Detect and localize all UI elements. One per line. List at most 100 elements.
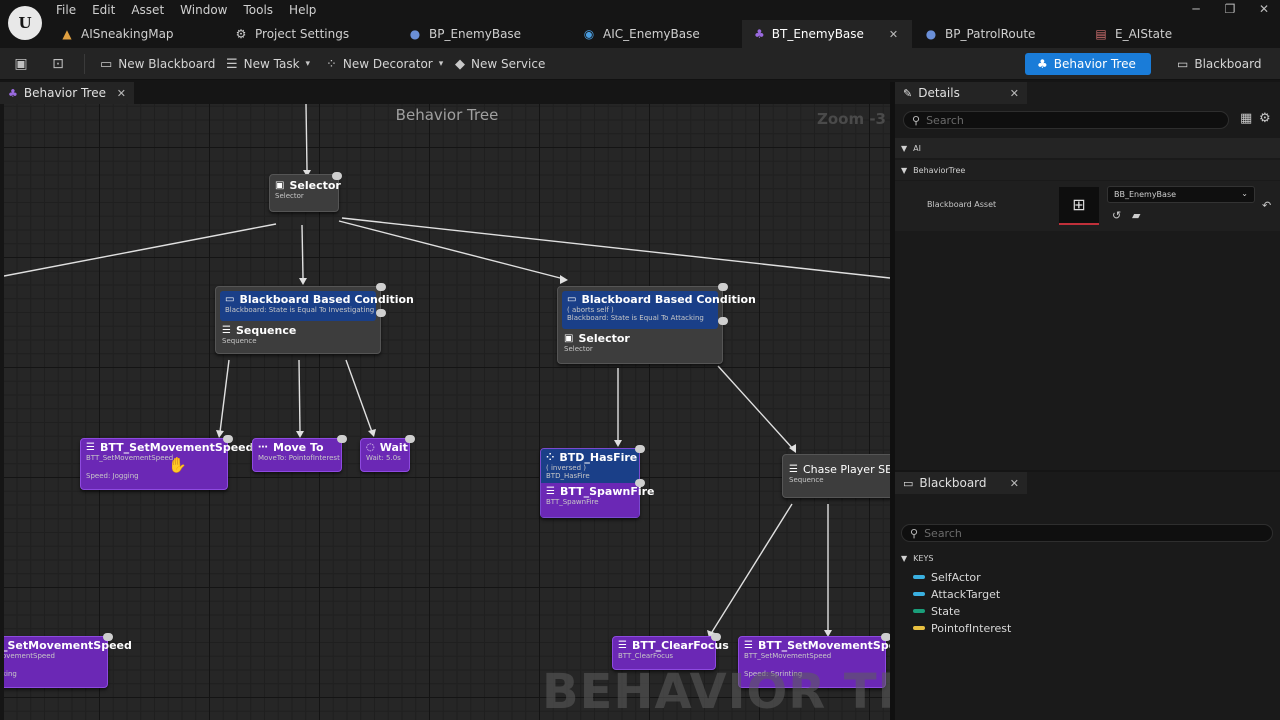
tab-e-aistate[interactable]: ▤ E_AIState [1082,20,1222,48]
reset-to-default-icon[interactable]: ↶ [1262,199,1271,212]
tab-bt-enemybase[interactable]: ♣ BT_EnemyBase ✕ [742,20,912,48]
menu-tools[interactable]: Tools [235,0,281,20]
tab-project-settings[interactable]: ⚙ Project Settings [222,20,396,48]
node-subtitle: Sequence [222,337,257,345]
blackboard-key-state[interactable]: State [913,603,960,619]
close-panel-icon[interactable]: ✕ [117,87,126,100]
blackboard-icon: ▭ [225,294,235,305]
wire-sequence-to-set-speed [219,359,230,433]
blackboard-key-selfactor[interactable]: SelfActor [913,569,981,585]
blackboard-key-pointofinterest[interactable]: PointofInterest [913,620,1011,636]
node-title: ◌ Wait [366,441,408,454]
spawn-fire-task-node[interactable]: ⁘ BTD_HasFire ( inversed ) BTD_HasFire ☰… [540,445,655,518]
tab-aic-enemybase[interactable]: ◉ AIC_EnemyBase [570,20,742,48]
blackboard-icon: ▭ [567,294,577,305]
blackboard-search-input[interactable]: ⚲ Search [901,524,1273,542]
node-pin[interactable] [881,633,890,641]
menu-help[interactable]: Help [281,0,324,20]
node-pin[interactable] [718,283,728,291]
tab-label: BP_PatrolRoute [945,27,1036,41]
sequence-icon: ☰ [222,325,231,336]
node-title: ⁘ BTD_HasFire [546,451,637,464]
node-pin[interactable] [337,435,347,443]
unreal-logo-icon[interactable]: U [8,6,42,40]
menu-window[interactable]: Window [172,0,235,20]
restore-icon[interactable]: ❐ [1222,2,1238,16]
details-search-input[interactable]: ⚲ Search [903,111,1229,129]
new-blackboard-button[interactable]: ▭ New Blackboard [100,54,215,74]
minimize-icon[interactable]: ─ [1188,2,1204,16]
keys-section-header[interactable]: ▼ KEYS [895,548,1280,568]
node-title: ☰ BTT_SetMovementSpeed [744,639,890,652]
panel-tab-label: Behavior Tree [23,86,106,100]
close-panel-icon[interactable]: ✕ [1010,477,1019,490]
node-subtitle: MoveTo: PointofInterest [258,454,340,462]
key-type-swatch [913,575,925,579]
details-tab[interactable]: ✎ Details ✕ [895,82,1027,104]
grid-view-icon[interactable]: ▦ [1240,111,1252,126]
browse-to-asset-icon[interactable]: ↺ [1112,209,1121,222]
tab-bp-patrolroute[interactable]: ● BP_PatrolRoute [912,20,1082,48]
behavior-tree-mode-button[interactable]: ♣ Behavior Tree [1025,53,1151,75]
blackboard-asset-dropdown[interactable]: BB_EnemyBase ⌄ [1107,186,1255,203]
blackboard-asset-thumbnail-icon[interactable]: ⊞ [1059,187,1099,225]
node-pin[interactable] [635,479,645,487]
has-fire-decorator[interactable]: ⁘ BTD_HasFire ( inversed ) BTD_HasFire [541,449,639,483]
node-pin[interactable] [711,633,721,641]
menu-asset[interactable]: Asset [123,0,172,20]
section-behaviortree[interactable]: ▼ BehaviorTree [895,160,1280,180]
new-task-button[interactable]: ☰ New Task ▾ [226,54,310,74]
blackboard-condition-decorator[interactable]: ▭ Blackboard Based Condition Blackboard:… [220,291,414,321]
behavior-tree-graph[interactable]: Behavior Tree Zoom -3 ▣ Selector Selecto… [4,104,890,720]
chase-player-sequence-node[interactable]: ☰ Chase Player SEQ Sequence [782,454,890,498]
browse-icon[interactable]: ⊡ [48,54,68,74]
node-pin[interactable] [718,317,728,325]
node-pin[interactable] [635,445,645,453]
mid-selector-node[interactable]: ▭ Blackboard Based Condition ( aborts se… [557,283,756,364]
save-icon[interactable]: ▣ [11,54,31,74]
new-blackboard-label: New Blackboard [118,57,216,71]
wait-task-node[interactable]: ◌ Wait Wait: 5.0s [360,435,415,472]
root-selector-node[interactable]: ▣ Selector Selector [269,172,342,212]
blackboard-tab[interactable]: ▭ Blackboard ✕ [895,472,1027,494]
folder-icon[interactable]: ▰ [1132,209,1140,222]
close-panel-icon[interactable]: ✕ [1010,87,1019,100]
tab-bp-enemybase[interactable]: ● BP_EnemyBase [396,20,570,48]
node-pin[interactable] [103,633,113,641]
node-subtitle: ovementSpeed [4,652,55,660]
menu-file[interactable]: File [48,0,84,20]
node-title-text: _SetMovementSpeed [4,639,132,652]
node-pin[interactable] [332,172,342,180]
blackboard-key-attacktarget[interactable]: AttackTarget [913,586,1000,602]
key-type-swatch [913,626,925,630]
menu-edit[interactable]: Edit [84,0,123,20]
tab-aisneakingmap[interactable]: ▲ AISneakingMap [48,20,222,48]
node-title: _SetMovementSpeed [4,639,132,652]
key-type-swatch [913,609,925,613]
move-to-task-node[interactable]: ⋯ Move To MoveTo: PointofInterest [252,435,347,472]
node-pin[interactable] [376,283,386,291]
sequence-section: ☰ Sequence Sequence [220,321,376,348]
selector-section: ▣ Selector Selector [562,329,718,356]
node-pin[interactable] [376,309,386,317]
wait-icon: ◌ [366,442,375,453]
left-sequence-node[interactable]: ▭ Blackboard Based Condition Blackboard:… [215,283,414,354]
behavior-tree-icon: ♣ [8,86,18,100]
blackboard-mode-button[interactable]: ▭ Blackboard [1165,53,1273,75]
chevron-down-icon: ▼ [901,143,908,153]
move-to-icon: ⋯ [258,442,268,453]
set-movement-speed-task-node[interactable]: _SetMovementSpeed ovementSpeed king [4,633,132,688]
wire-root-to-selector [305,104,308,171]
section-ai[interactable]: ▼ AI [895,138,1280,158]
blackboard-condition-decorator[interactable]: ▭ Blackboard Based Condition ( aborts se… [562,291,756,329]
close-window-icon[interactable]: ✕ [1256,2,1272,16]
behavior-tree-panel-tab[interactable]: ♣ Behavior Tree ✕ [0,82,134,104]
settings-gear-icon[interactable]: ⚙ [1259,111,1271,126]
new-service-button[interactable]: ◆ New Service [455,54,545,74]
set-movement-speed-task-node[interactable]: ☰ BTT_SetMovementSpeed BTT_SetMovementSp… [80,435,254,490]
node-pin[interactable] [405,435,415,443]
new-decorator-button[interactable]: ⁘ New Decorator ▾ [326,54,443,74]
close-tab-icon[interactable]: ✕ [889,28,898,41]
wire-selector-to-left-branch [301,224,304,279]
node-pin[interactable] [223,435,233,443]
